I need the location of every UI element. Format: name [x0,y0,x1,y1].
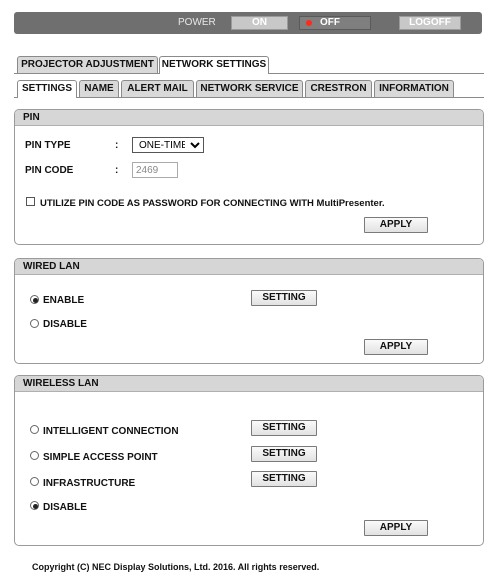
subtab-divider-gap [18,97,76,98]
subtab-network-service[interactable]: NETWORK SERVICE [196,80,303,97]
subtab-divider [14,97,484,98]
wired-lan-section: WIRED LAN ENABLE SETTING DISABLE APPLY [14,258,484,364]
tab-projector-adjustment[interactable]: PROJECTOR ADJUSTMENT [17,56,158,73]
pin-type-colon: : [115,140,119,151]
wireless-infrastructure-setting-button[interactable]: SETTING [251,471,317,487]
wireless-disable-label: DISABLE [43,502,87,513]
tab-network-settings[interactable]: NETWORK SETTINGS [159,56,269,74]
copyright-text: Copyright (C) NEC Display Solutions, Ltd… [32,562,320,572]
wireless-intelligent-label: INTELLIGENT CONNECTION [43,426,179,437]
wireless-lan-section: WIRELESS LAN INTELLIGENT CONNECTION SETT… [14,375,484,546]
utilize-pin-checkbox[interactable] [26,197,35,206]
subtab-information[interactable]: INFORMATION [374,80,454,97]
off-indicator-icon [306,20,312,26]
subtab-settings[interactable]: SETTINGS [17,80,77,98]
wireless-intelligent-radio[interactable] [30,425,39,434]
subtab-crestron[interactable]: CRESTRON [305,80,372,97]
wireless-infrastructure-radio[interactable] [30,477,39,486]
wireless-intelligent-setting-button[interactable]: SETTING [251,420,317,436]
wired-setting-button[interactable]: SETTING [251,290,317,306]
tab-divider-gap [160,73,268,74]
wired-disable-label: DISABLE [43,319,87,330]
pin-code-label: PIN CODE [25,165,74,176]
pin-section: PIN PIN TYPE : ONE-TIME PIN CODE : UTILI… [14,109,484,245]
wireless-infrastructure-label: INFRASTRUCTURE [43,478,136,489]
wired-enable-radio[interactable] [30,295,39,304]
pin-apply-button[interactable]: APPLY [364,217,428,233]
wired-disable-radio[interactable] [30,319,39,328]
pin-code-colon: : [115,165,119,176]
subtab-alert-mail[interactable]: ALERT MAIL [121,80,194,97]
wired-enable-label: ENABLE [43,295,85,306]
logoff-button[interactable]: LOGOFF [399,16,461,30]
pin-type-label: PIN TYPE [25,140,71,151]
wired-lan-title: WIRED LAN [15,259,483,275]
wireless-apply-button[interactable]: APPLY [364,520,428,536]
pin-type-select[interactable]: ONE-TIME [132,137,204,153]
pin-code-field[interactable] [132,162,178,178]
power-label: POWER [178,17,216,28]
wireless-simple-ap-label: SIMPLE ACCESS POINT [43,452,158,463]
utilize-pin-label: UTILIZE PIN CODE AS PASSWORD FOR CONNECT… [40,198,385,209]
subtab-name[interactable]: NAME [79,80,119,97]
wireless-lan-title: WIRELESS LAN [15,376,483,392]
wired-apply-button[interactable]: APPLY [364,339,428,355]
wireless-simple-ap-setting-button[interactable]: SETTING [251,446,317,462]
power-on-button[interactable]: ON [231,16,288,30]
wireless-disable-radio[interactable] [30,501,39,510]
wireless-simple-ap-radio[interactable] [30,451,39,460]
pin-section-title: PIN [15,110,483,126]
